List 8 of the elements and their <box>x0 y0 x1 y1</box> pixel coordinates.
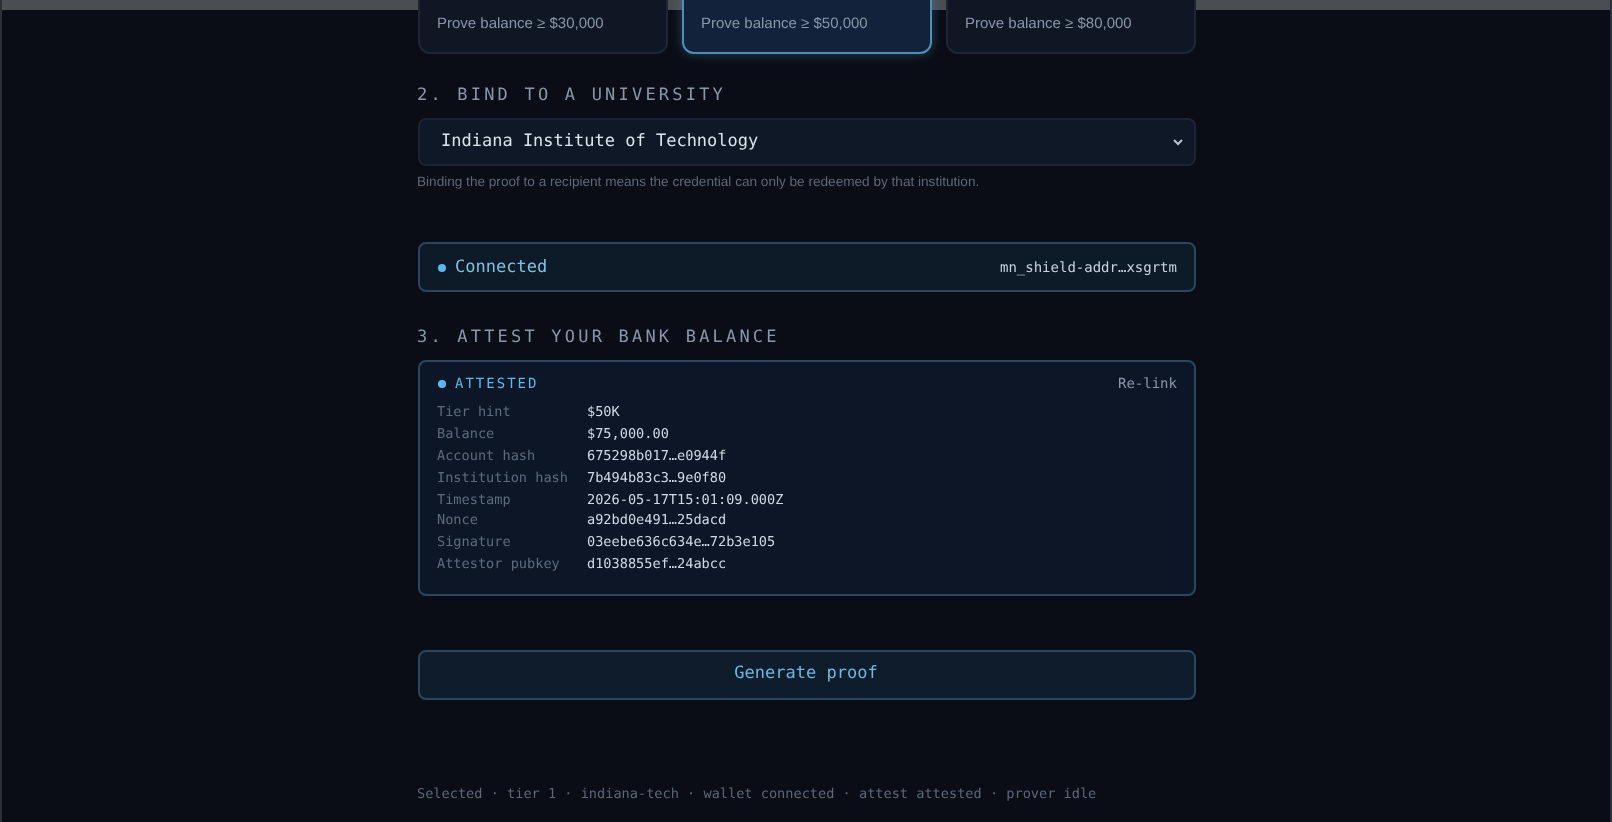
wallet-status: Connected <box>455 257 548 277</box>
chevron-down-icon <box>1171 136 1183 148</box>
generate-proof-button[interactable]: Generate proof <box>417 649 1195 699</box>
select-value: Indiana Institute of Technology <box>441 132 759 152</box>
status-dot <box>437 380 445 388</box>
section-heading: 3. ATTEST YOUR BANK BALANCE <box>417 328 782 348</box>
section-heading: 2. BIND TO A UNIVERSITY <box>417 86 729 106</box>
university-select[interactable]: Indiana Institute of Technology <box>417 118 1195 166</box>
